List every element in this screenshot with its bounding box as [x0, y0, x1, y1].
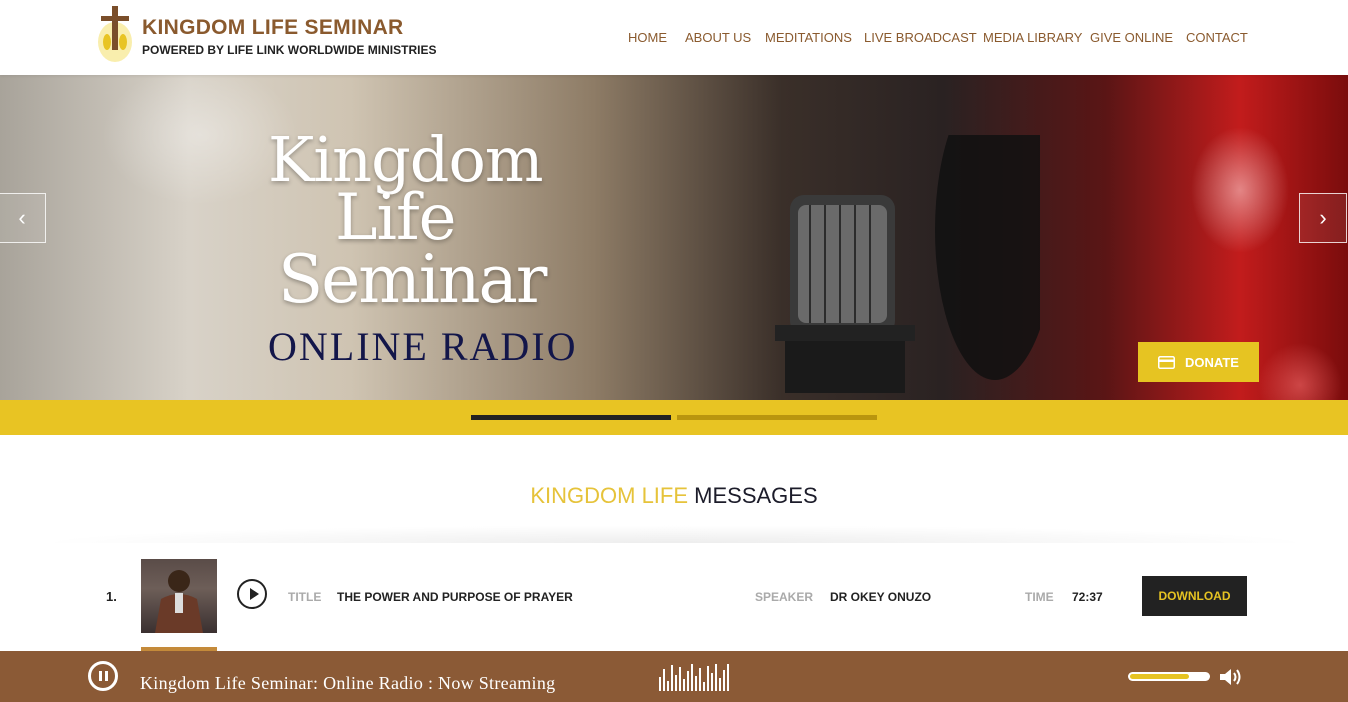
speaker-label: SPEAKER — [755, 590, 814, 604]
nav-about-us[interactable]: ABOUT US — [685, 30, 751, 45]
microphone-image — [775, 135, 1040, 393]
download-button[interactable]: DOWNLOAD — [1142, 576, 1247, 616]
nav-give-online[interactable]: GIVE ONLINE — [1090, 30, 1173, 45]
credit-card-icon — [1158, 355, 1176, 369]
nav-contact[interactable]: CONTACT — [1186, 30, 1248, 45]
pause-icon[interactable] — [88, 661, 118, 691]
main-nav: HOME ABOUT US MEDITATIONS LIVE BROADCAST… — [0, 30, 1348, 50]
now-playing-title: Kingdom Life Seminar: Online Radio : Now… — [140, 673, 556, 693]
chevron-left-icon: ‹ — [18, 205, 26, 230]
time-label: TIME — [1025, 590, 1054, 604]
equalizer-icon — [659, 663, 737, 691]
speaker-thumbnail — [141, 559, 217, 633]
track-title: THE POWER AND PURPOSE OF PRAYER — [337, 590, 573, 604]
site-header: KINGDOM LIFE SEMINAR POWERED BY LIFE LIN… — [0, 0, 1348, 75]
hero-slider: Kingdom Life Seminar ONLINE RADIO ‹ › DO… — [0, 75, 1348, 400]
nav-media-library[interactable]: MEDIA LIBRARY — [983, 30, 1082, 45]
slide-indicator-2[interactable] — [677, 415, 877, 420]
chevron-right-icon: › — [1319, 205, 1327, 230]
donate-label: DONATE — [1185, 354, 1239, 370]
nav-meditations[interactable]: MEDITATIONS — [765, 30, 852, 45]
track-speaker: DR OKEY ONUZO — [830, 590, 932, 604]
section-title-accent: KINGDOM LIFE — [530, 483, 689, 508]
speaker-photo — [155, 570, 203, 633]
track-number: 1. — [106, 589, 117, 604]
volume-slider[interactable] — [1128, 672, 1210, 681]
slide-indicator-1[interactable] — [471, 415, 671, 420]
play-icon[interactable] — [237, 579, 267, 609]
volume-icon[interactable] — [1218, 666, 1244, 688]
section-title: KINGDOM LIFE MESSAGES — [0, 483, 1348, 509]
title-label: TITLE — [288, 590, 322, 604]
section-title-main: MESSAGES — [694, 483, 818, 508]
donate-button[interactable]: DONATE — [1138, 342, 1259, 382]
nav-home[interactable]: HOME — [628, 30, 667, 45]
track-time: 72:37 — [1072, 590, 1103, 604]
slider-pagination — [0, 400, 1348, 435]
slider-prev-button[interactable]: ‹ — [0, 193, 46, 243]
hero-title-line-3: Seminar — [278, 241, 547, 318]
slider-next-button[interactable]: › — [1299, 193, 1347, 243]
audio-player-bar: Kingdom Life Seminar: Online Radio : Now… — [0, 651, 1348, 702]
section-divider — [30, 525, 1320, 543]
hero-subtitle: ONLINE RADIO — [268, 324, 578, 369]
nav-live-broadcast[interactable]: LIVE BROADCAST — [864, 30, 977, 45]
volume-slider-fill — [1130, 674, 1189, 679]
